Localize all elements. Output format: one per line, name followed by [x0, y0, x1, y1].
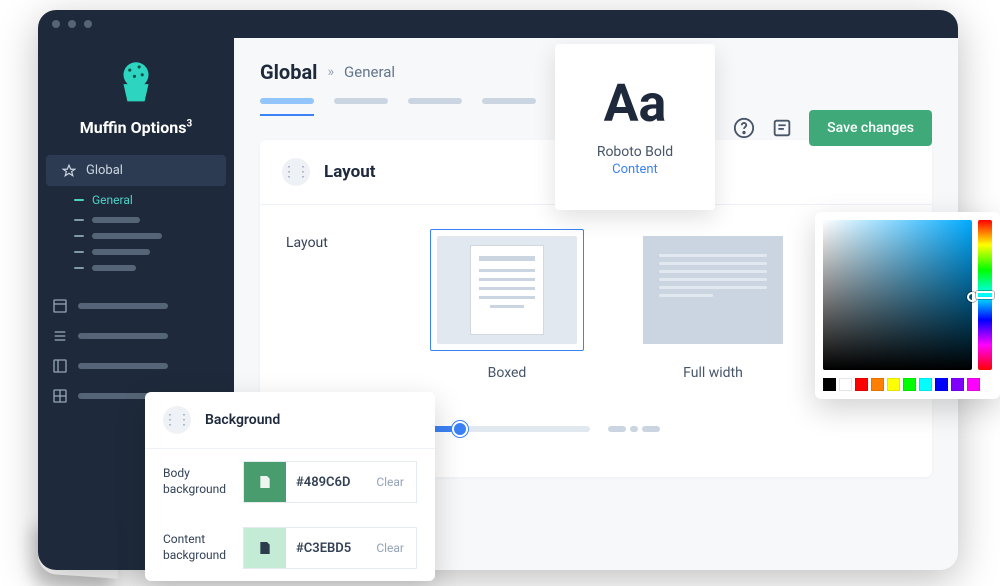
drag-handle-icon[interactable]: ⋮⋮ — [282, 158, 310, 186]
bg-row-body: Body background #489C6D Clear — [145, 449, 435, 515]
preset-swatch[interactable] — [823, 378, 836, 391]
drag-handle-icon[interactable]: ⋮⋮ — [163, 406, 191, 434]
note-icon[interactable] — [771, 117, 793, 139]
preset-swatch[interactable] — [951, 378, 964, 391]
clear-button[interactable]: Clear — [364, 541, 416, 555]
hue-cursor[interactable] — [976, 291, 994, 299]
layout-icon — [52, 298, 68, 314]
bg-label: Body background — [163, 466, 237, 497]
muffin-logo-icon — [111, 56, 161, 106]
tab[interactable] — [482, 98, 536, 116]
fullwidth-preview-icon — [643, 236, 783, 344]
breadcrumb-root: Global — [260, 60, 317, 84]
option-label: Full width — [683, 365, 743, 381]
color-field[interactable]: #C3EBD5 Clear — [243, 527, 417, 569]
bg-label: Content background — [163, 532, 237, 563]
background-card: ⋮⋮ Background Body background #489C6D Cl… — [145, 392, 435, 581]
top-actions: Save changes — [733, 110, 932, 146]
color-field[interactable]: #489C6D Clear — [243, 461, 417, 503]
window-dot — [52, 20, 60, 28]
preset-swatches — [823, 378, 992, 391]
breadcrumb-leaf: General — [344, 63, 395, 81]
grid-icon — [52, 388, 68, 404]
hue-slider[interactable] — [978, 220, 992, 370]
color-swatch-icon[interactable] — [244, 462, 286, 502]
saturation-field[interactable] — [823, 220, 972, 370]
hex-value: #C3EBD5 — [286, 541, 364, 556]
sidebar-sub-item[interactable] — [74, 260, 234, 276]
window-dot — [84, 20, 92, 28]
preset-swatch[interactable] — [839, 378, 852, 391]
sidebar-sub-item[interactable] — [74, 212, 234, 228]
preset-swatch[interactable] — [935, 378, 948, 391]
sidebar-item-global[interactable]: Global — [46, 155, 226, 186]
sidebar-item-label: Global — [86, 163, 123, 178]
bg-row-content: Content background #C3EBD5 Clear — [145, 515, 435, 581]
color-swatch-icon[interactable] — [244, 528, 286, 568]
font-sample: Aa — [604, 78, 667, 130]
sidebar-subnav: General — [38, 186, 234, 282]
preset-swatch[interactable] — [871, 378, 884, 391]
star-icon — [62, 164, 76, 178]
sidebar-icon-item[interactable] — [52, 358, 220, 374]
option-label: Boxed — [488, 365, 527, 381]
breadcrumb-sep: » — [327, 64, 334, 80]
font-name: Roboto Bold — [597, 144, 673, 160]
brand-title: Muffin Options3 — [38, 118, 234, 137]
hex-value: #489C6D — [286, 475, 364, 490]
preset-swatch[interactable] — [887, 378, 900, 391]
slider-marks — [608, 426, 660, 432]
layout-option-fullwidth[interactable]: Full width — [636, 229, 790, 381]
typography-card[interactable]: Aa Roboto Bold Content — [555, 44, 715, 210]
help-icon[interactable] — [733, 117, 755, 139]
slider-thumb[interactable] — [452, 421, 468, 437]
brand: Muffin Options3 — [38, 38, 234, 151]
layout-option-boxed[interactable]: Boxed — [430, 229, 584, 381]
preset-swatch[interactable] — [903, 378, 916, 391]
color-picker[interactable] — [815, 212, 1000, 399]
tab[interactable] — [334, 98, 388, 116]
layout-options: Boxed Full width — [430, 229, 790, 381]
menu-icon — [52, 328, 68, 344]
clear-button[interactable]: Clear — [364, 475, 416, 489]
card-title: Layout — [324, 162, 375, 182]
sidebar-nav: Global General — [38, 151, 234, 286]
boxed-preview-icon — [437, 236, 577, 344]
sidebar-sub-item[interactable] — [74, 244, 234, 260]
sidebar-sub-item[interactable] — [74, 228, 234, 244]
sidebar-sub-label: General — [92, 193, 133, 207]
tab[interactable] — [408, 98, 462, 116]
preset-swatch[interactable] — [919, 378, 932, 391]
sidebar-sub-general[interactable]: General — [74, 188, 234, 212]
sidebar-icon-item[interactable] — [52, 298, 220, 314]
row-label: Layout — [286, 229, 396, 251]
font-target: Content — [612, 162, 658, 177]
tab[interactable] — [260, 98, 314, 116]
save-button[interactable]: Save changes — [809, 110, 932, 146]
preset-swatch[interactable] — [967, 378, 980, 391]
preset-swatch[interactable] — [855, 378, 868, 391]
card-title: Background — [205, 412, 280, 428]
sidebar-icon — [52, 358, 68, 374]
titlebar — [38, 10, 958, 38]
window-dot — [68, 20, 76, 28]
sidebar-icon-item[interactable] — [52, 328, 220, 344]
